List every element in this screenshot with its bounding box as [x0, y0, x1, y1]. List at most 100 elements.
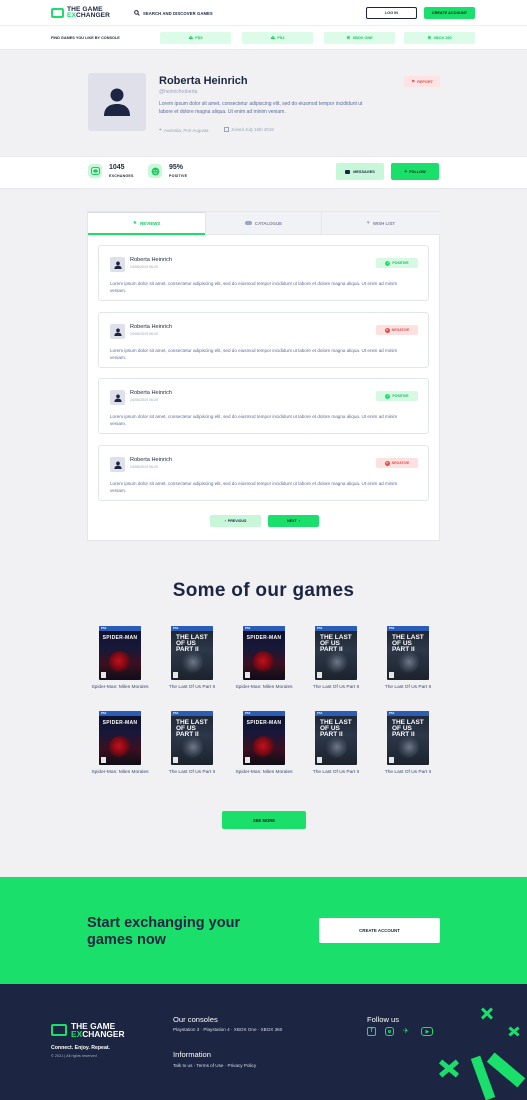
review-status-badge: ✕ NEGATIVE — [376, 325, 418, 335]
user-icon — [113, 394, 122, 402]
gamepad-icon — [244, 221, 252, 225]
logo-mark-icon — [51, 1024, 67, 1036]
check-icon: ✓ — [385, 393, 391, 399]
game-cover: PS4 THE LAST OF US PART II — [315, 626, 357, 680]
game-card[interactable]: PS4 SPIDER-MAN Spider-Man: Miles Morales — [90, 626, 150, 692]
playstation-icon: ⏏ — [270, 35, 276, 41]
game-cover: PS4 SPIDER-MAN — [99, 711, 141, 765]
console-chip-label: XBOX 360 — [433, 36, 452, 40]
review-date: 24/06/2019 06:20 — [130, 465, 158, 469]
reviewer-avatar — [110, 390, 125, 405]
game-cover: PS4 THE LAST OF US PART II — [387, 626, 429, 680]
location-pin-icon: ⌖ — [159, 127, 162, 133]
game-card[interactable]: PS4 THE LAST OF US PART II The Last Of Us… — [306, 711, 366, 777]
profile-joined: Joined July 16th 2019 — [224, 127, 274, 132]
flag-icon: ⚑ — [411, 78, 416, 84]
exchange-icon — [88, 164, 102, 178]
report-button[interactable]: ⚑ REPORT — [404, 76, 440, 87]
game-title: Spider-Man: Miles Morales — [91, 685, 149, 690]
playstation-icon: ⏏ — [188, 35, 194, 41]
profile-location: ⌖ Australia, Port Augusta — [159, 127, 209, 133]
console-chip-label: PS4 — [277, 36, 285, 40]
footer-consoles-links[interactable]: Playstation 3 · Playstation 4 · XBOX One… — [173, 1027, 282, 1032]
create-account-button[interactable]: CREATE ACCOUNT — [424, 7, 475, 19]
review-status-badge: ✓ POSITIVE — [376, 258, 418, 268]
previous-page-button[interactable]: ‹ PREVIOUS — [210, 515, 261, 527]
console-chip-ps5[interactable]: ⏏ PS5 — [160, 32, 231, 44]
game-cover: PS4 THE LAST OF US PART II — [387, 711, 429, 765]
logo-changer: CHANGER — [76, 12, 111, 20]
review-card: Roberta Heinrich 24/06/2019 06:20 ✕ NEGAT… — [98, 312, 429, 368]
see-more-button[interactable]: SEE MORE — [222, 811, 306, 829]
follow-button[interactable]: + FOLLOW — [391, 163, 439, 180]
game-card[interactable]: PS4 SPIDER-MAN Spider-Man: Miles Morales — [90, 711, 150, 777]
reviewer-name[interactable]: Roberta Heinrich — [130, 457, 172, 463]
game-cover: PS4 THE LAST OF US PART II — [315, 711, 357, 765]
review-status-badge: ✓ POSITIVE — [376, 391, 418, 401]
twitter-icon[interactable]: ✈ — [403, 1027, 412, 1036]
plus-icon: + — [404, 168, 408, 175]
positive-label: POSITIVE — [169, 174, 188, 178]
footer-info-links[interactable]: Talk to us · Terms of Use · Privacy Poli… — [173, 1063, 256, 1068]
review-text: Lorem ipsum dolor sit amet, consectetur … — [110, 414, 398, 427]
tab-catalogue[interactable]: CATALOGUE — [205, 212, 321, 235]
console-chip-xbox-360[interactable]: ⊗ XBOX 360 — [404, 32, 475, 44]
user-icon — [113, 461, 122, 469]
stats-bar — [0, 156, 527, 189]
footer-info-title: Information — [173, 1050, 211, 1059]
game-title: The Last Of Us Part II — [384, 770, 432, 775]
facebook-icon[interactable]: f — [367, 1027, 376, 1036]
user-icon — [113, 328, 122, 336]
game-card[interactable]: PS4 THE LAST OF US PART II The Last Of Us… — [162, 711, 222, 777]
game-title: Spider-Man: Miles Morales — [235, 770, 293, 775]
game-cover: PS4 SPIDER-MAN — [99, 626, 141, 680]
tab-wish-list[interactable]: ♥ WISH LIST — [321, 212, 440, 235]
game-card[interactable]: PS4 THE LAST OF US PART II The Last Of Us… — [162, 626, 222, 692]
review-status-badge: ✕ NEGATIVE — [376, 458, 418, 468]
profile-tabs-panel: ★ REVIEWS CATALOGUE ♥ WISH LIST Roberta … — [87, 211, 440, 541]
instagram-icon[interactable] — [385, 1027, 394, 1036]
game-card[interactable]: PS4 THE LAST OF US PART II The Last Of Us… — [378, 711, 438, 777]
game-cover: PS4 THE LAST OF US PART II — [171, 711, 213, 765]
next-page-button[interactable]: NEXT › — [268, 515, 319, 527]
reviewer-name[interactable]: Roberta Heinrich — [130, 324, 172, 330]
xbox-icon: ⊗ — [427, 35, 432, 41]
game-card[interactable]: PS4 SPIDER-MAN Spider-Man: Miles Morales — [234, 711, 294, 777]
reviewer-avatar — [110, 257, 125, 272]
check-icon: ✓ — [385, 260, 391, 266]
exchanges-label: EXCHANGES — [109, 174, 134, 178]
game-card[interactable]: PS4 THE LAST OF US PART II The Last Of Us… — [378, 626, 438, 692]
messages-button[interactable]: MESSAGES — [336, 163, 384, 180]
review-text: Lorem ipsum dolor sit amet, consectetur … — [110, 481, 398, 494]
profile-bio: Lorem ipsum dolor sit amet, consectetur … — [159, 101, 363, 115]
review-date: 24/06/2019 06:20 — [130, 332, 158, 336]
review-card: Roberta Heinrich 24/06/2019 06:20 ✕ NEGAT… — [98, 445, 429, 501]
game-title: The Last Of Us Part II — [168, 685, 216, 690]
tab-reviews[interactable]: ★ REVIEWS — [88, 212, 205, 235]
reviewer-name[interactable]: Roberta Heinrich — [130, 257, 172, 263]
profile-name: Roberta Heinrich — [159, 75, 248, 87]
game-card[interactable]: PS4 THE LAST OF US PART II The Last Of Us… — [306, 626, 366, 692]
chevron-left-icon: ‹ — [224, 519, 226, 523]
search-trigger[interactable]: SEARCH AND DISCOVER GAMES — [134, 10, 213, 16]
review-card: Roberta Heinrich 24/06/2019 06:20 ✓ POSIT… — [98, 245, 429, 301]
review-text: Lorem ipsum dolor sit amet, consectetur … — [110, 281, 398, 294]
games-section-title: Some of our games — [172, 580, 355, 601]
game-card[interactable]: PS4 SPIDER-MAN Spider-Man: Miles Morales — [234, 626, 294, 692]
console-chip-xbox-one[interactable]: ⊗ XBOX ONE — [324, 32, 395, 44]
footer-consoles-title: Our consoles — [173, 1015, 218, 1024]
reviewer-name[interactable]: Roberta Heinrich — [130, 390, 172, 396]
heart-icon: ♥ — [366, 220, 370, 226]
game-title: Spider-Man: Miles Morales — [91, 770, 149, 775]
exchanges-value: 1045 — [109, 164, 125, 171]
game-cover: PS4 SPIDER-MAN — [243, 711, 285, 765]
footer-tagline: Connect. Enjoy. Repeat. — [51, 1045, 110, 1051]
footer-follow-title: Follow us — [367, 1015, 400, 1024]
console-chip-ps4[interactable]: ⏏ PS4 — [242, 32, 313, 44]
close-icon: ✕ — [384, 327, 390, 333]
login-button[interactable]: LOG IN — [366, 7, 417, 19]
cta-create-account-button[interactable]: CREATE ACCOUNT — [319, 918, 440, 943]
profile-avatar — [88, 73, 146, 131]
game-title: The Last Of Us Part II — [168, 770, 216, 775]
console-chip-label: XBOX ONE — [352, 36, 373, 40]
